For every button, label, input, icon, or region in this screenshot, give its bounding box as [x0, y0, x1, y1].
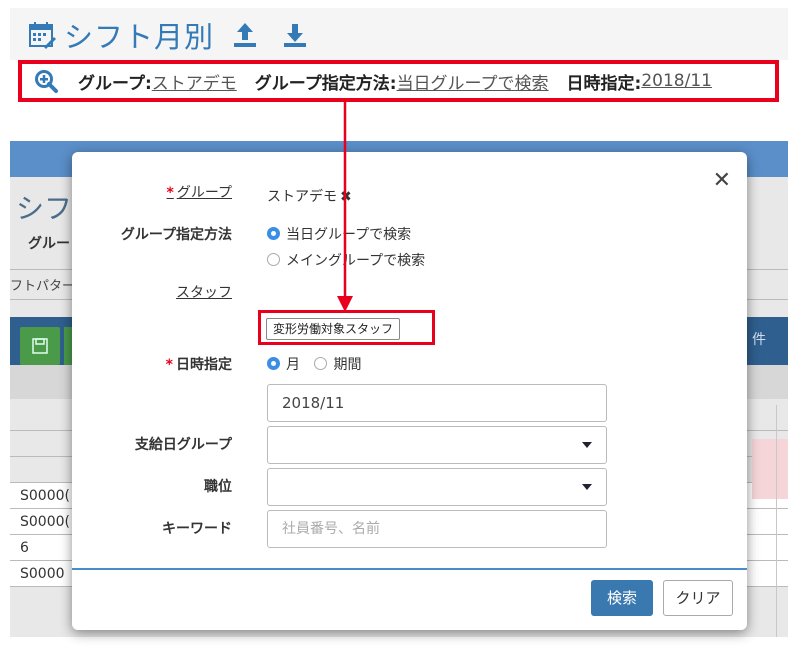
background-count-label: 件: [752, 332, 766, 348]
search-condition-modal: ✕ * グループ ストアデモ ✖ グループ指定方法 当日グループで検索 メイングルー…: [72, 152, 747, 630]
background-title: シフ: [16, 192, 73, 225]
background-pattern-label: フトパター: [10, 279, 76, 294]
date-option-month[interactable]: 月 期間: [267, 354, 361, 374]
method-option-label: 当日グループで検索: [286, 227, 412, 243]
radio-unselected-icon[interactable]: [314, 357, 328, 370]
zoom-in-icon[interactable]: [34, 69, 58, 93]
date-condition-value[interactable]: 2018/11: [641, 71, 712, 91]
modal-footer-divider: [72, 568, 747, 570]
position-select[interactable]: [267, 468, 607, 506]
required-mark: *: [165, 357, 173, 373]
chevron-down-icon: [582, 484, 592, 490]
keyword-field-label: キーワード: [162, 521, 232, 537]
download-icon[interactable]: [282, 21, 308, 49]
date-field-label: * 日時指定: [165, 357, 232, 373]
method-option-main-group[interactable]: メイングループで検索: [267, 250, 425, 270]
group-condition-value[interactable]: ストアデモ: [152, 69, 237, 94]
screen: シフト月別 グループ: ストアデモ グループ指定方法: 当日グループで検索 日時…: [0, 0, 808, 650]
variable-labor-staff-button[interactable]: 変形労働対象スタッフ: [266, 318, 401, 340]
date-input[interactable]: 2018/11: [267, 384, 607, 422]
position-field-label: 職位: [204, 479, 232, 495]
keyword-input[interactable]: 社員番号、名前: [267, 510, 607, 548]
required-mark: *: [166, 185, 174, 201]
method-condition-label: グループ指定方法:: [254, 73, 397, 94]
radio-unselected-icon[interactable]: [267, 253, 280, 266]
date-condition-label: 日時指定:: [566, 73, 642, 94]
date-option-label: 月: [286, 357, 300, 373]
chevron-down-icon: [582, 442, 592, 448]
method-option-same-day[interactable]: 当日グループで検索: [267, 224, 411, 244]
staff-field-label[interactable]: スタッフ: [72, 282, 232, 302]
pay-group-field-label: 支給日グループ: [134, 437, 232, 453]
radio-selected-icon[interactable]: [267, 357, 280, 370]
upload-icon[interactable]: [232, 21, 258, 49]
calendar-icon: [29, 22, 56, 49]
group-value: ストアデモ ✖: [267, 186, 352, 206]
save-icon[interactable]: [20, 327, 60, 365]
close-icon[interactable]: ✕: [713, 170, 731, 192]
search-button[interactable]: 検索: [591, 580, 653, 616]
method-option-label: メイングループで検索: [286, 253, 426, 269]
page-title: シフト月別: [64, 20, 215, 54]
method-field-label: グループ指定方法: [120, 227, 232, 243]
search-condition-bar: グループ: ストアデモ グループ指定方法: 当日グループで検索 日時指定: 20…: [18, 60, 779, 102]
remove-group-icon[interactable]: ✖: [340, 189, 352, 205]
pay-group-select[interactable]: [267, 426, 607, 464]
date-option-label: 期間: [333, 357, 362, 373]
radio-selected-icon[interactable]: [267, 227, 280, 240]
group-value-text: ストアデモ: [267, 189, 337, 205]
background-group-label: グルー: [28, 236, 70, 252]
divider: [776, 405, 777, 637]
title-row: シフト月別: [28, 14, 308, 56]
group-condition-label: グループ:: [78, 73, 152, 94]
group-field-label[interactable]: * グループ: [72, 182, 233, 202]
background-highlight-cell: [752, 439, 788, 499]
method-condition-value[interactable]: 当日グループで検索: [397, 69, 549, 94]
clear-button[interactable]: クリア: [663, 580, 733, 616]
